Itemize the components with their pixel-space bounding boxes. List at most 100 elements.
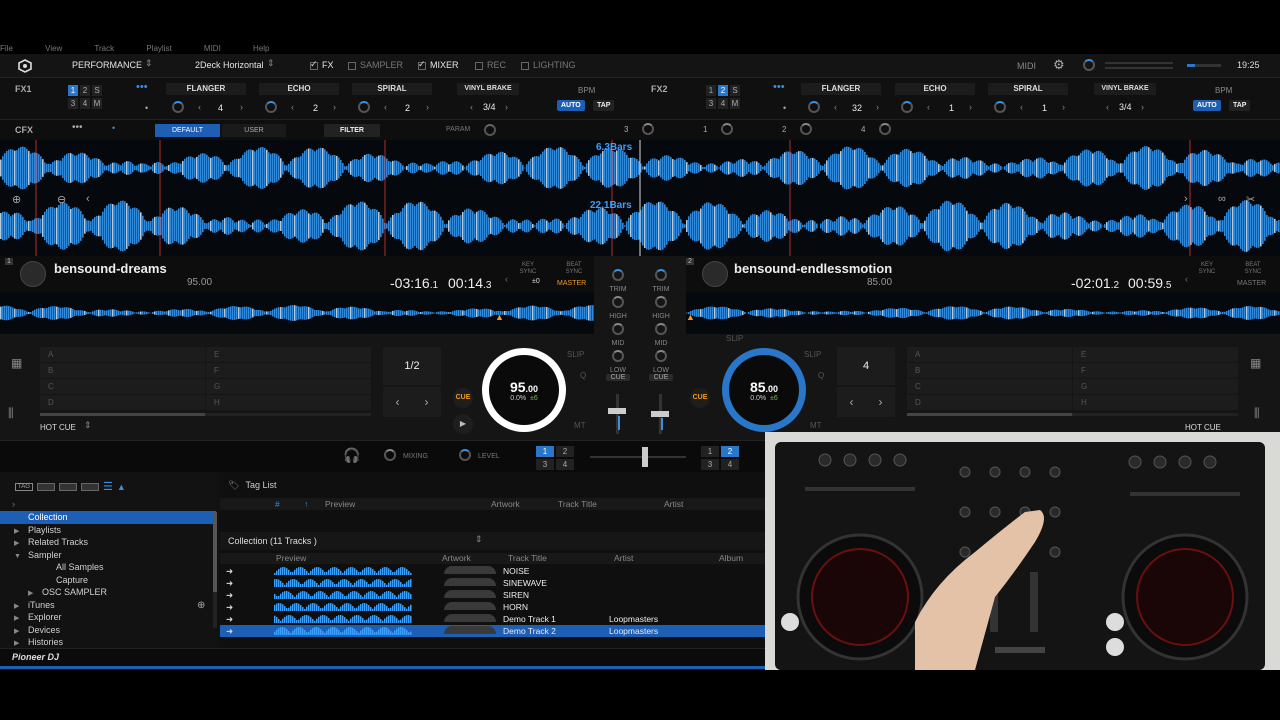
fx2-slot2-next-icon[interactable]: › bbox=[969, 102, 972, 112]
menu-view[interactable]: View bbox=[45, 44, 62, 53]
link-icon[interactable]: ∞ bbox=[1218, 193, 1226, 205]
tree-item[interactable]: Collection bbox=[0, 511, 216, 524]
ch2-high-knob[interactable] bbox=[655, 296, 667, 308]
deck2-hotcue-mode[interactable]: HOT CUE bbox=[1185, 423, 1221, 432]
ch2-cue-button[interactable]: CUE bbox=[649, 374, 673, 381]
deck1-pad-b[interactable]: B bbox=[40, 363, 205, 378]
fx1-more-icon[interactable]: ••• bbox=[136, 81, 148, 93]
deck1-pad-grid-icon[interactable]: ▦ bbox=[11, 356, 22, 370]
fx2-assign-3[interactable]: 3 bbox=[706, 98, 716, 109]
fx1-slot1-name[interactable]: FLANGER bbox=[166, 83, 246, 95]
fx1-beat-prev-icon[interactable]: ‹ bbox=[470, 102, 473, 112]
zoom-out-icon[interactable]: ⊖ bbox=[57, 193, 66, 206]
deck2-jump-back-icon[interactable]: ‹ bbox=[850, 395, 854, 409]
preview-waveform[interactable] bbox=[272, 626, 414, 635]
fx2-more-icon[interactable]: ••• bbox=[773, 81, 785, 93]
enlarged-waveforms[interactable]: 6.3Bars 22.1Bars ⊕ ⊖ ‹ › ∞ ✂ bbox=[0, 140, 1280, 256]
deck1-beat-sync-button[interactable]: BEAT SYNC bbox=[563, 262, 585, 276]
fx2-assign-1[interactable]: 1 bbox=[706, 85, 716, 96]
deck2-slip-label-2[interactable]: SLIP bbox=[804, 350, 821, 359]
scroll-left-icon[interactable]: ‹ bbox=[86, 193, 90, 205]
list-col-title[interactable]: Track Title bbox=[508, 553, 547, 563]
deck1-pad-g[interactable]: G bbox=[206, 379, 371, 394]
cfx-ch4-knob[interactable] bbox=[879, 123, 891, 135]
fx2-beatfx-name[interactable]: VINYL BRAKE bbox=[1094, 83, 1156, 95]
fx1-assign-2[interactable]: 2 bbox=[80, 85, 90, 96]
deck2-pad-scrollbar[interactable] bbox=[907, 413, 1238, 416]
view1-icon[interactable] bbox=[37, 482, 55, 491]
preview-waveform[interactable] bbox=[272, 566, 414, 575]
deck2-pad-b[interactable]: B bbox=[907, 363, 1072, 378]
xf-right-3[interactable]: 3 bbox=[701, 459, 719, 470]
menu-playlist[interactable]: Playlist bbox=[146, 44, 171, 53]
deck2-pad-f[interactable]: F bbox=[1073, 363, 1238, 378]
xf-left-2[interactable]: 2 bbox=[556, 446, 574, 457]
deck1-key-sync-button[interactable]: KEY SYNC bbox=[516, 262, 540, 276]
fx2-slot3-next-icon[interactable]: › bbox=[1062, 102, 1065, 112]
fx2-assign-4[interactable]: 4 bbox=[718, 98, 728, 109]
tree-item[interactable]: ▶ iTunes bbox=[0, 599, 216, 612]
lighting-toggle[interactable]: LIGHTING bbox=[521, 60, 576, 70]
deck2-quantize-button[interactable]: Q bbox=[818, 371, 824, 380]
fx1-assign-1[interactable]: 1 bbox=[68, 85, 78, 96]
tag-col-preview[interactable]: Preview bbox=[325, 499, 355, 509]
fx1-slot2-next-icon[interactable]: › bbox=[333, 102, 336, 112]
cfx-filter-button[interactable]: FILTER bbox=[324, 124, 380, 137]
list-col-preview[interactable]: Preview bbox=[276, 553, 306, 563]
deck1-jump-back-icon[interactable]: ‹ bbox=[396, 395, 400, 409]
deck1-pad-scrollbar[interactable] bbox=[40, 413, 371, 416]
level-knob[interactable] bbox=[459, 449, 471, 461]
deck1-key-prev-icon[interactable]: ‹ bbox=[505, 274, 508, 284]
fx1-slot1-prev-icon[interactable]: ‹ bbox=[198, 102, 201, 112]
deck2-beat-sync-button[interactable]: BEAT SYNC bbox=[1242, 262, 1264, 276]
expanded-icon[interactable]: ▼ bbox=[14, 551, 28, 564]
table-row[interactable]: ➜ NOISE bbox=[220, 565, 765, 577]
view2-icon[interactable] bbox=[59, 482, 77, 491]
fx2-slot3-name[interactable]: SPIRAL bbox=[988, 83, 1068, 95]
crossfader[interactable] bbox=[642, 447, 648, 467]
ch1-cue-button[interactable]: CUE bbox=[606, 374, 630, 381]
deck2-slip-button[interactable]: SLIP bbox=[726, 334, 743, 343]
tree-item[interactable]: ▶ Devices bbox=[0, 624, 216, 637]
menu-track[interactable]: Track bbox=[94, 44, 114, 53]
xf-left-1[interactable]: 1 bbox=[536, 446, 554, 457]
deck1-quantize-button[interactable]: Q bbox=[580, 371, 586, 380]
tree-item[interactable]: ▶ Explorer bbox=[0, 611, 216, 624]
layout-updown-icon[interactable]: ⇕ bbox=[267, 58, 275, 69]
gear-icon[interactable]: ⚙ bbox=[1053, 57, 1065, 73]
deck2-loop-length[interactable]: 4 bbox=[837, 347, 895, 385]
fx2-tap-button[interactable]: TAP bbox=[1229, 100, 1251, 111]
mixing-knob[interactable] bbox=[384, 449, 396, 461]
ch2-mid-knob[interactable] bbox=[655, 323, 667, 335]
midi-button[interactable]: MIDI bbox=[1017, 61, 1036, 71]
fx2-slot2-knob[interactable] bbox=[901, 101, 913, 113]
mode-updown-icon[interactable]: ⇕ bbox=[145, 58, 153, 69]
xf-right-2[interactable]: 2 bbox=[721, 446, 739, 457]
tree-item[interactable]: ▶ OSC SAMPLER bbox=[0, 586, 216, 599]
fx1-slot3-name[interactable]: SPIRAL bbox=[352, 83, 432, 95]
tag-toggle-icon[interactable]: TAG bbox=[15, 482, 33, 491]
zoom-in-icon[interactable]: ⊕ bbox=[12, 193, 21, 206]
load-arrow-icon[interactable]: ➜ bbox=[226, 626, 233, 636]
deck1-pad-a[interactable]: A bbox=[40, 347, 205, 362]
deck2-overview-waveform[interactable]: ▲ bbox=[686, 292, 1280, 334]
mixer-toggle[interactable]: MIXER bbox=[418, 59, 459, 70]
tag-col-artwork[interactable]: Artwork bbox=[491, 499, 520, 509]
master-volume-knob[interactable] bbox=[1083, 59, 1095, 71]
sampler-toggle[interactable]: SAMPLER bbox=[348, 60, 403, 70]
collection-updown-icon[interactable]: ⇕ bbox=[475, 534, 483, 545]
list-col-artist[interactable]: Artist bbox=[614, 553, 633, 563]
tree-item[interactable]: All Samples bbox=[0, 561, 216, 574]
ch1-high-knob[interactable] bbox=[612, 296, 624, 308]
fx1-slot2-prev-icon[interactable]: ‹ bbox=[291, 102, 294, 112]
deck1-master-button[interactable]: MASTER bbox=[557, 280, 586, 287]
deck2-jump-fwd-icon[interactable]: › bbox=[879, 395, 883, 409]
load-arrow-icon[interactable]: ➜ bbox=[226, 614, 233, 624]
list-view-icon[interactable]: ☰ bbox=[103, 480, 113, 493]
itunes-sync-icon[interactable]: ⊕ bbox=[197, 600, 205, 611]
cfx-param-knob[interactable] bbox=[484, 124, 496, 136]
collapse-up-icon[interactable]: ▲ bbox=[117, 482, 126, 492]
deck1-loop-length[interactable]: 1/2 bbox=[383, 347, 441, 385]
fx2-slot1-prev-icon[interactable]: ‹ bbox=[834, 102, 837, 112]
table-row[interactable]: ➜ Demo Track 1 Loopmasters bbox=[220, 613, 765, 625]
